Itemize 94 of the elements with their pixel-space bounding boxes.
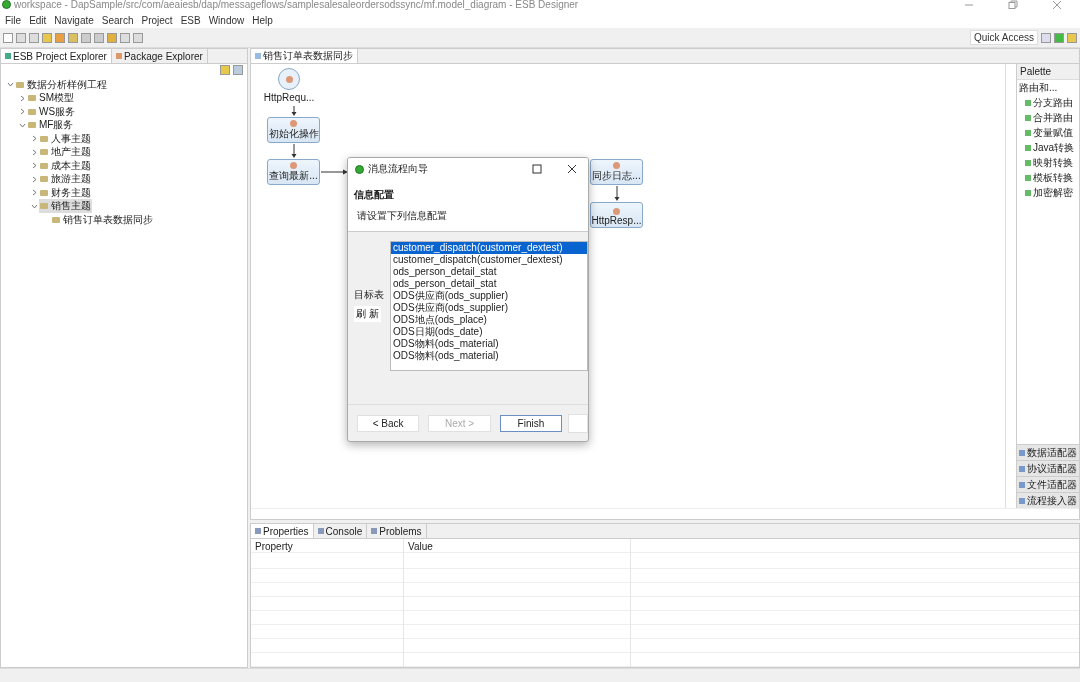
list-item[interactable]: customer_dispatch(customer_dextest) <box>391 254 587 266</box>
collapsed-chevron-icon[interactable] <box>30 175 38 183</box>
toolbar-icon[interactable] <box>1054 32 1064 43</box>
column-header: Value <box>407 540 434 554</box>
palette-drawer[interactable]: 协议适配器 <box>1017 460 1079 476</box>
wizard-button[interactable]: < Back <box>357 414 420 432</box>
palette-item[interactable]: 映射转换 <box>1017 155 1079 170</box>
editor-tab[interactable]: 销售订单表数据同步 <box>251 49 358 63</box>
palette-drawer[interactable]: 数据适配器 <box>1017 444 1079 460</box>
connector-arrow <box>291 106 297 116</box>
toolbar-icon[interactable] <box>81 32 91 43</box>
collapsed-chevron-icon[interactable] <box>30 148 38 156</box>
list-item[interactable]: ODS物料(ods_material) <box>391 338 587 350</box>
menu-item[interactable]: File <box>3 14 28 26</box>
palette-item[interactable]: 模板转换 <box>1017 170 1079 185</box>
tree-item[interactable]: 成本主题 <box>39 158 92 173</box>
collapsed-chevron-icon[interactable] <box>30 162 38 170</box>
column-header: Property <box>254 540 294 554</box>
palette-item[interactable]: 变量赋值 <box>1017 125 1079 140</box>
toolbar-icon[interactable] <box>107 32 117 43</box>
toolbar-icon[interactable] <box>1041 32 1051 43</box>
toolbar-icon[interactable] <box>55 32 65 43</box>
tree-item[interactable]: 旅游主题 <box>39 172 92 187</box>
palette-item[interactable]: 分支路由 <box>1017 95 1079 110</box>
tree-item[interactable]: SM模型 <box>27 91 75 106</box>
menu-item[interactable]: Window <box>206 14 251 26</box>
list-item[interactable]: ODS物料(ods_material) <box>391 350 587 362</box>
list-item[interactable]: ODS日期(ods_date) <box>391 326 587 338</box>
menu-item[interactable]: ESB <box>178 14 207 26</box>
flow-node[interactable]: 同步日志... <box>590 159 643 185</box>
collapsed-chevron-icon[interactable] <box>30 189 38 197</box>
view-tab[interactable]: Properties <box>251 524 314 538</box>
toolbar-icon[interactable] <box>16 32 26 43</box>
toolbar-icon[interactable] <box>68 32 78 43</box>
toolbar-icon[interactable] <box>29 32 39 43</box>
palette-title: Palette <box>1017 64 1079 80</box>
list-item[interactable]: ods_person_detail_stat <box>391 266 587 278</box>
window-title: workspace - DapSample/src/com/aeaiesb/dap/messageflows/samplesalesaleordersodssync/mf.model_diagram - ESB Designer <box>14 0 579 10</box>
maximize-icon[interactable] <box>532 164 542 174</box>
flow-node[interactable]: 初始化操作 <box>267 117 320 143</box>
flow-node[interactable]: HttpResp... <box>590 202 643 228</box>
menu-item[interactable]: Navigate <box>52 14 100 26</box>
palette-item[interactable]: 合并路由 <box>1017 110 1079 125</box>
tree-item[interactable]: MF服务 <box>27 118 75 133</box>
page-heading: 信息配置 <box>354 188 395 202</box>
collapsed-chevron-icon[interactable] <box>18 108 26 116</box>
list-item[interactable]: customer_dispatch(customer_dextest) <box>391 242 587 254</box>
tree-item[interactable]: WS服务 <box>27 104 77 119</box>
menu-item[interactable]: Edit <box>27 14 53 26</box>
tree-item[interactable]: 数据分析样例工程 <box>15 77 108 92</box>
palette-item[interactable]: Java转换 <box>1017 140 1079 155</box>
view-tab[interactable]: ESB Project Explorer <box>1 49 112 63</box>
close-icon[interactable] <box>567 164 577 174</box>
start-node[interactable]: HttpRequ... <box>259 68 319 104</box>
tree-item[interactable]: 地产主题 <box>39 145 92 160</box>
expanded-chevron-icon[interactable] <box>18 121 26 129</box>
connector-arrow <box>321 169 348 175</box>
palette-drawer[interactable]: 文件适配器 <box>1017 476 1079 492</box>
connector-arrow <box>614 186 620 201</box>
tree-item[interactable]: 销售主题 <box>39 199 92 214</box>
toolbar-icon[interactable] <box>42 32 52 43</box>
toolbar-icon[interactable] <box>133 32 143 43</box>
toolbar-icon[interactable] <box>1067 32 1077 43</box>
cut-off-button[interactable] <box>568 413 588 433</box>
flow-node[interactable]: 查询最新... <box>267 159 320 185</box>
page-description: 请设置下列信息配置 <box>356 209 448 223</box>
expanded-chevron-icon[interactable] <box>6 81 14 89</box>
palette-drawer[interactable]: 流程接入器 <box>1017 492 1079 508</box>
dialog-title: 消息流程向导 <box>368 162 428 176</box>
menu-item[interactable]: Search <box>99 14 140 26</box>
menu-item[interactable]: Project <box>139 14 179 26</box>
quick-access-field[interactable]: Quick Access <box>969 30 1038 45</box>
list-item[interactable]: ODS供应商(ods_supplier) <box>391 290 587 302</box>
tree-item[interactable]: 人事主题 <box>39 131 92 146</box>
refresh-button[interactable]: 刷 新 <box>354 306 381 322</box>
toolbar-icon[interactable] <box>94 32 104 43</box>
palette-item[interactable]: 加密解密 <box>1017 185 1079 200</box>
collapsed-chevron-icon[interactable] <box>30 135 38 143</box>
wizard-button[interactable]: Finish <box>499 414 563 432</box>
collapsed-chevron-icon[interactable] <box>18 94 26 102</box>
restore-icon[interactable] <box>1008 0 1018 10</box>
tree-item[interactable]: 财务主题 <box>39 185 92 200</box>
tree-item[interactable]: 销售订单表数据同步 <box>51 212 154 227</box>
menu-item[interactable]: Help <box>250 14 279 26</box>
list-item[interactable]: ods_person_detail_stat <box>391 278 587 290</box>
list-item[interactable]: ODS地点(ods_place) <box>391 314 587 326</box>
list-item[interactable]: ODS供应商(ods_supplier) <box>391 302 587 314</box>
connector-arrow <box>291 144 297 158</box>
toolbar-icon[interactable] <box>120 32 130 43</box>
expanded-chevron-icon[interactable] <box>30 202 38 210</box>
app-logo-icon <box>355 164 364 174</box>
field-label: 目标表 <box>354 288 384 302</box>
toolbar-icon[interactable] <box>3 32 13 43</box>
app-logo-icon <box>2 0 11 9</box>
